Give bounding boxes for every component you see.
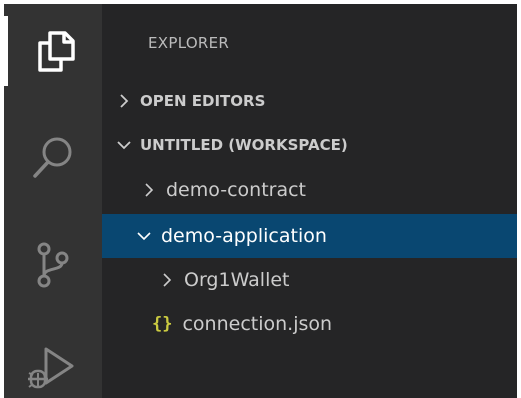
vscode-window: EXPLORER OPEN EDITORS UNTITLED (WORKSPAC… (4, 4, 517, 398)
sidebar-title: EXPLORER (148, 34, 230, 52)
json-braces-icon: {} (152, 314, 173, 334)
activity-bar (4, 4, 102, 398)
activity-search[interactable] (4, 122, 102, 192)
tree-item-label: connection.json (182, 313, 333, 335)
search-icon (33, 137, 72, 178)
section-open-editors[interactable]: OPEN EDITORS (102, 81, 517, 121)
tree-item-label: Org1Wallet (184, 269, 290, 291)
source-control-icon (37, 242, 69, 288)
tree-item-label: demo-application (161, 225, 327, 247)
activity-source-control[interactable] (4, 230, 102, 300)
chevron-right-icon (145, 183, 154, 197)
run-debug-icon (28, 347, 74, 389)
section-label: OPEN EDITORS (140, 92, 266, 110)
tree-item-demo-contract[interactable]: demo-contract (102, 168, 517, 212)
activity-explorer[interactable] (4, 16, 102, 86)
chevron-down-icon (137, 232, 151, 241)
tree-item-label: demo-contract (166, 179, 307, 201)
activity-run-debug[interactable] (4, 334, 102, 398)
files-icon (38, 31, 75, 72)
tree-item-demo-application[interactable]: demo-application (102, 214, 517, 258)
explorer-sidebar: EXPLORER OPEN EDITORS UNTITLED (WORKSPAC… (102, 4, 517, 398)
chevron-right-icon (120, 94, 129, 108)
chevron-down-icon (117, 141, 131, 150)
chevron-right-icon (163, 273, 172, 287)
section-workspace[interactable]: UNTITLED (WORKSPACE) (102, 125, 517, 165)
section-label: UNTITLED (WORKSPACE) (140, 136, 348, 154)
tree-item-org1wallet[interactable]: Org1Wallet (102, 258, 517, 302)
tree-item-connection-json[interactable]: {} connection.json (102, 302, 517, 346)
